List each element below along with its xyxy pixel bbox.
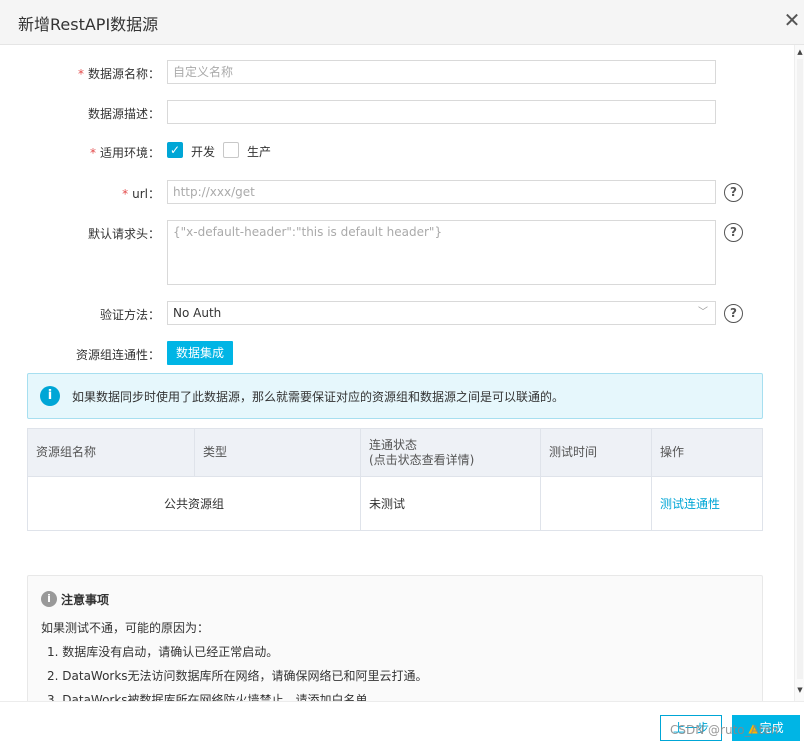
col-time: 测试时间 bbox=[540, 428, 652, 477]
name-label: * 数据源名称： bbox=[78, 65, 160, 82]
col-status: 连通状态 (点击状态查看详情) bbox=[360, 428, 541, 477]
cell-group-name: 公共资源组 bbox=[27, 476, 361, 531]
dialog-title: 新增RestAPI数据源 bbox=[18, 15, 159, 34]
env-prod-label: 生产 bbox=[247, 145, 272, 159]
scroll-up-arrow-icon[interactable]: ▲ bbox=[796, 47, 804, 57]
notes-item: 3. DataWorks被数据库所在网络防火墙禁止，请添加白名单。 bbox=[47, 693, 380, 701]
required-mark: * bbox=[77, 67, 84, 81]
cell-status[interactable]: 未测试 bbox=[360, 476, 541, 531]
env-dev-label: 开发 bbox=[191, 145, 216, 159]
info-icon: i bbox=[41, 591, 57, 607]
new-restapi-datasource-dialog: 新增RestAPI数据源 ✕ * 数据源名称： 自定义名称 数据源描述： * 适用环… bbox=[0, 0, 804, 747]
required-mark: * bbox=[89, 146, 96, 160]
resource-group-table: 资源组名称 类型 连通状态 (点击状态查看详情) 测试时间 操作 公共资源组 未… bbox=[27, 428, 763, 531]
name-label-text: 数据源名称： bbox=[87, 67, 160, 81]
alert-text: 如果数据同步时使用了此数据源，那么就需要保证对应的资源组和数据源之间是可以联通的… bbox=[72, 390, 565, 404]
headers-label: 默认请求头： bbox=[87, 227, 160, 241]
col-name: 资源组名称 bbox=[27, 428, 195, 477]
desc-input[interactable] bbox=[167, 100, 716, 124]
col-status-title: 连通状态 bbox=[369, 437, 418, 452]
dialog-header: 新增RestAPI数据源 ✕ bbox=[0, 0, 804, 45]
data-integration-button[interactable]: 数据集成 bbox=[167, 341, 233, 365]
dialog-body: * 数据源名称： 自定义名称 数据源描述： * 适用环境： ✓ 开发 生产 * url… bbox=[0, 45, 794, 701]
col-type: 类型 bbox=[194, 428, 361, 477]
auth-label: 验证方法： bbox=[99, 308, 160, 322]
info-icon: i bbox=[40, 386, 60, 406]
headers-textarea[interactable]: {"x-default-header":"this is default hea… bbox=[167, 220, 716, 285]
scroll-down-arrow-icon[interactable]: ▼ bbox=[796, 685, 804, 695]
env-label: * 适用环境： bbox=[90, 144, 160, 161]
env-label-text: 适用环境： bbox=[99, 146, 160, 160]
notes-item: 2. DataWorks无法访问数据库所在网络，请确保网络已和阿里云打通。 bbox=[47, 669, 428, 683]
chevron-down-icon: ﹀ bbox=[698, 307, 708, 318]
url-label: * url： bbox=[122, 185, 160, 202]
table-header-row: 资源组名称 类型 连通状态 (点击状态查看详情) 测试时间 操作 bbox=[27, 428, 763, 477]
env-prod-checkbox[interactable] bbox=[223, 142, 239, 158]
close-icon[interactable]: ✕ bbox=[782, 9, 802, 31]
help-icon[interactable]: ? bbox=[724, 183, 743, 202]
help-icon[interactable]: ? bbox=[724, 304, 743, 323]
url-input[interactable]: http://xxx/get bbox=[167, 180, 716, 204]
col-action: 操作 bbox=[651, 428, 763, 477]
notes-item: 1. 数据库没有启动，请确认已经正常启动。 bbox=[47, 645, 279, 659]
table-row: 公共资源组 未测试 测试连通性 bbox=[27, 476, 763, 531]
notes-intro: 如果测试不通，可能的原因为： bbox=[41, 621, 210, 635]
desc-label: 数据源描述： bbox=[87, 107, 160, 121]
cell-action: 测试连通性 bbox=[651, 476, 763, 531]
url-label-text: url： bbox=[132, 187, 160, 201]
notes-title: 注意事项 bbox=[61, 593, 110, 607]
env-dev-checkbox[interactable]: ✓ bbox=[167, 142, 183, 158]
scrollbar-thumb[interactable] bbox=[797, 59, 803, 679]
cell-time bbox=[540, 476, 652, 531]
dialog-footer: 上一步 ▲ 完成 CSDN @ruto_Aten bbox=[0, 701, 804, 747]
col-status-hint: (点击状态查看详情) bbox=[369, 452, 475, 467]
auth-select-value: No Auth bbox=[173, 306, 222, 320]
connectivity-label: 资源组连通性： bbox=[75, 348, 160, 362]
watermark: CSDN @ruto_Aten bbox=[670, 723, 779, 737]
auth-select[interactable]: No Auth ﹀ bbox=[167, 301, 716, 325]
required-mark: * bbox=[122, 187, 129, 201]
vertical-scrollbar[interactable]: ▲ ▼ bbox=[794, 45, 804, 701]
info-alert: i 如果数据同步时使用了此数据源，那么就需要保证对应的资源组和数据源之间是可以联… bbox=[27, 373, 763, 419]
test-connectivity-link[interactable]: 测试连通性 bbox=[660, 497, 720, 511]
notes-panel: i 注意事项 如果测试不通，可能的原因为： 1. 数据库没有启动，请确认已经正常… bbox=[27, 575, 763, 701]
help-icon[interactable]: ? bbox=[724, 223, 743, 242]
name-input[interactable]: 自定义名称 bbox=[167, 60, 716, 84]
